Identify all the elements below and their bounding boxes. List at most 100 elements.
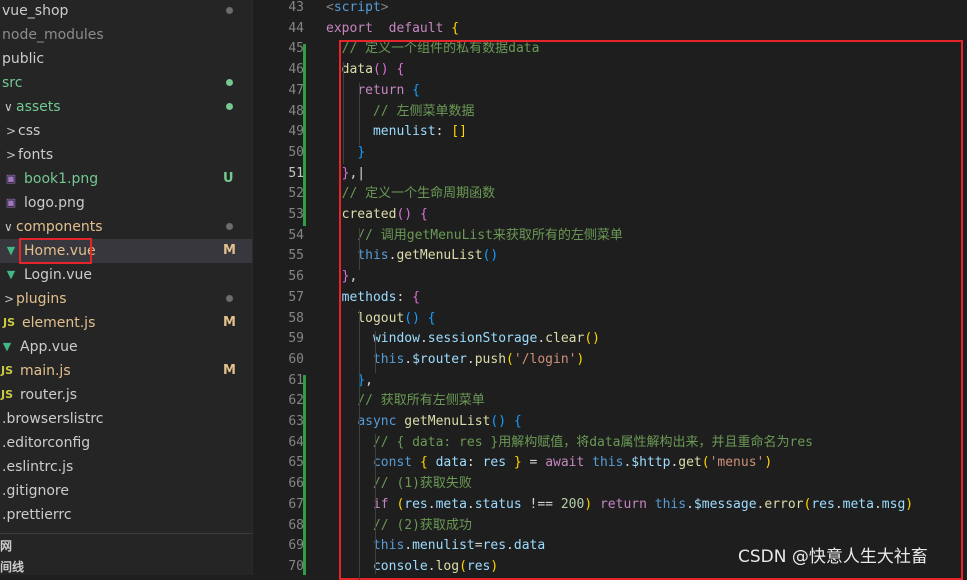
code-token: < [326, 0, 334, 15]
explorer-item-label: fonts [18, 147, 54, 163]
explorer-item-label: .prettierrc [2, 507, 72, 523]
line-number: 54 [288, 227, 304, 243]
line-number: 56 [288, 269, 304, 285]
code-highlight-box [339, 40, 963, 580]
status-dot [226, 295, 233, 302]
file-explorer: vue_shop node_modules public src ∨ assets > css… [0, 0, 253, 575]
png-file-icon: ▣ [5, 172, 17, 185]
line-number: 47 [288, 82, 304, 98]
line-number: 50 [288, 144, 304, 160]
line-number: 69 [288, 538, 304, 554]
explorer-item[interactable]: .browserslistrc [0, 407, 252, 431]
line-number: 48 [288, 103, 304, 119]
js-file-icon: JS [0, 364, 13, 377]
explorer-item-label: node_modules [2, 27, 104, 43]
line-number: 44 [288, 20, 304, 36]
git-status-badge: M [223, 315, 236, 330]
panel-section-header[interactable]: 间线 [0, 558, 24, 575]
indent-guide [359, 310, 360, 580]
explorer-item[interactable]: ∨ assets [0, 95, 252, 119]
explorer-item[interactable]: ▼ Login.vue [0, 263, 252, 287]
line-number: 63 [288, 414, 304, 429]
line-number: 57 [288, 289, 304, 305]
explorer-item[interactable]: JS element.js M [0, 311, 252, 335]
line-number: 65 [288, 455, 304, 471]
explorer-item-label: book1.png [24, 171, 99, 187]
line-number: 61 [288, 372, 304, 388]
explorer-item-label: src [2, 75, 23, 91]
explorer-item-label: element.js [22, 315, 96, 331]
line-number: 64 [288, 434, 304, 450]
js-file-icon: JS [2, 316, 15, 329]
line-number: 67 [288, 496, 304, 512]
code-line[interactable]: <script> [326, 0, 389, 19]
chevron-down-icon[interactable]: ∨ [4, 215, 13, 239]
explorer-item[interactable]: JS main.js M [0, 359, 252, 383]
indent-guide [359, 228, 360, 270]
explorer-item[interactable]: > plugins [0, 287, 252, 311]
explorer-item-label: css [18, 123, 41, 139]
explorer-item-label: .gitignore [2, 483, 69, 499]
explorer-item-label: public [2, 51, 45, 67]
explorer-item[interactable]: .editorconfig [0, 431, 252, 455]
explorer-item[interactable]: ▼ App.vue [0, 335, 252, 359]
chevron-right-icon[interactable]: > [4, 287, 14, 311]
line-number: 68 [288, 517, 304, 533]
line-number: 49 [288, 124, 304, 140]
git-status-badge: M [223, 363, 236, 378]
explorer-item[interactable]: .eslintrc.js [0, 455, 252, 479]
explorer-item[interactable]: > css [0, 119, 252, 143]
explorer-item[interactable]: ▣ logo.png [0, 191, 252, 215]
panel-section-header[interactable]: 网 [0, 537, 12, 555]
js-file-icon: JS [0, 388, 13, 401]
indent-guide [375, 434, 376, 574]
section-divider [0, 533, 252, 534]
explorer-item-label: .editorconfig [2, 435, 91, 451]
explorer-item[interactable]: src [0, 71, 252, 95]
line-number: 58 [288, 310, 304, 326]
png-file-icon: ▣ [5, 196, 17, 209]
explorer-item-label: assets [16, 99, 61, 115]
explorer-item-label: router.js [20, 387, 78, 403]
line-number: 70 [288, 558, 304, 574]
code-token: > [380, 0, 389, 15]
git-status-badge: U [223, 171, 234, 186]
line-number: 60 [288, 351, 304, 367]
code-token: export [326, 20, 373, 36]
line-number: 51 [288, 165, 304, 181]
status-dot [226, 223, 233, 230]
explorer-item[interactable]: .prettierrc [0, 503, 252, 527]
explorer-item-label: .browserslistrc [2, 411, 104, 427]
explorer-item[interactable]: .gitignore [0, 479, 252, 503]
git-status-badge: M [223, 243, 236, 258]
explorer-item-label: .eslintrc.js [2, 459, 74, 475]
explorer-item-label: components [16, 219, 103, 235]
explorer-item[interactable]: ▣ book1.png U [0, 167, 252, 191]
vue-file-icon: ▼ [6, 244, 16, 257]
explorer-item-label: Login.vue [24, 267, 92, 283]
explorer-item[interactable]: JS router.js [0, 383, 252, 407]
line-number: 53 [288, 207, 304, 222]
explorer-item[interactable]: vue_shop [0, 0, 252, 23]
code-token: script [333, 0, 381, 15]
status-dot [226, 79, 233, 86]
code-line[interactable]: export default { [326, 19, 459, 40]
git-change-bar [303, 44, 306, 226]
code-token: default [388, 20, 444, 36]
vue-file-icon: ▼ [6, 268, 16, 281]
vue-file-icon: ▼ [2, 340, 12, 353]
line-number: 52 [288, 186, 304, 202]
line-number: 62 [288, 393, 304, 409]
chevron-down-icon[interactable]: ∨ [4, 95, 13, 119]
explorer-item-label: plugins [16, 291, 67, 307]
explorer-item-label: App.vue [20, 339, 78, 355]
chevron-right-icon[interactable]: > [6, 119, 16, 143]
line-number: 55 [288, 248, 304, 264]
explorer-item[interactable]: public [0, 47, 252, 71]
explorer-item[interactable]: > fonts [0, 143, 252, 167]
chevron-right-icon[interactable]: > [6, 143, 16, 167]
code-token: { [451, 20, 460, 36]
explorer-item[interactable]: node_modules [0, 23, 252, 47]
explorer-item[interactable]: ∨ components [0, 215, 252, 239]
